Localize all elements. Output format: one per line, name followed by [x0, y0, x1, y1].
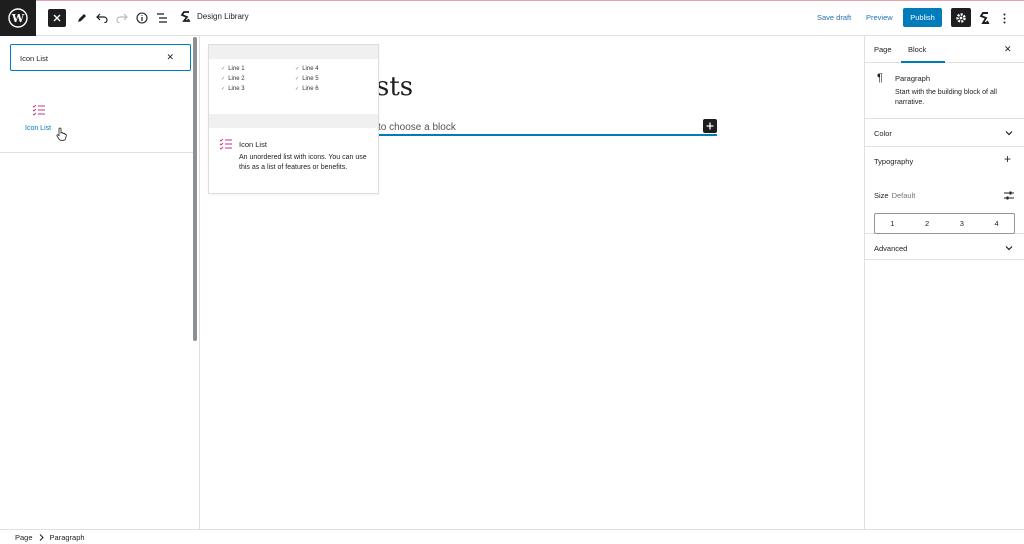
typography-panel-label: Typography	[874, 157, 914, 166]
breadcrumb-page[interactable]: Page	[15, 533, 33, 542]
edit-tool-button[interactable]	[74, 8, 88, 28]
design-library-label: Design Library	[197, 12, 249, 21]
settings-sidebar: Page Block ✕ ¶ Paragraph Start with the …	[864, 36, 1024, 529]
list-item: ✓ Line 5	[295, 76, 319, 82]
wordpress-logo-icon[interactable]: W	[0, 0, 36, 36]
icon-list-icon	[32, 104, 45, 116]
divider	[0, 152, 193, 153]
inserter-scrollbar[interactable]	[193, 37, 197, 341]
typography-options-plus-icon[interactable]: +	[1004, 152, 1011, 166]
more-vertical-icon	[1003, 13, 1005, 23]
icon-list-icon	[219, 138, 232, 150]
undo-icon	[96, 13, 108, 23]
typography-panel: Typography + Size Default 1 2 3 4	[865, 147, 1024, 234]
pencil-icon	[77, 13, 86, 22]
top-toolbar: W Design Library Save draft Preview Publ…	[0, 0, 1024, 36]
stackable-logo-icon	[979, 12, 990, 24]
tab-page[interactable]: Page	[874, 45, 892, 54]
advanced-panel[interactable]: Advanced	[865, 234, 1024, 260]
svg-text:W: W	[11, 12, 25, 25]
font-size-option[interactable]: 3	[945, 214, 980, 233]
clear-search-icon[interactable]: ✕	[166, 52, 174, 63]
chevron-down-icon	[1005, 246, 1013, 251]
block-description: Start with the building block of all nar…	[895, 89, 997, 106]
preview-top-band	[209, 45, 378, 59]
gear-icon	[956, 12, 966, 23]
list-item: ✓ Line 1	[221, 66, 245, 72]
preview-button[interactable]: Preview	[866, 13, 893, 22]
design-library-button[interactable]: Design Library	[180, 11, 249, 22]
breadcrumb-paragraph[interactable]: Paragraph	[50, 533, 85, 542]
close-sidebar-icon[interactable]: ✕	[1004, 44, 1012, 55]
font-size-option[interactable]: 4	[979, 214, 1014, 233]
chevron-down-icon	[1005, 131, 1013, 136]
icon-list-block-item[interactable]: Icon List	[20, 99, 67, 141]
undo-button[interactable]	[95, 8, 109, 28]
list-view-icon	[157, 13, 167, 23]
options-menu-button[interactable]	[999, 8, 1009, 28]
color-panel[interactable]: Color	[865, 119, 1024, 147]
color-panel-label: Color	[874, 129, 892, 138]
custom-size-settings-icon[interactable]	[1004, 191, 1014, 200]
sidebar-tabs: Page Block ✕	[865, 36, 1024, 63]
list-item: ✓ Line 2	[221, 76, 245, 82]
font-size-picker: 1 2 3 4	[874, 213, 1015, 234]
redo-icon	[116, 13, 128, 23]
block-name: Paragraph	[895, 74, 931, 83]
font-size-option[interactable]: 2	[910, 214, 945, 233]
list-item: ✓ Line 6	[295, 86, 319, 92]
stackable-logo-icon	[180, 11, 191, 22]
paragraph-icon: ¶	[877, 72, 883, 84]
details-button[interactable]	[135, 8, 149, 28]
list-view-button[interactable]	[155, 8, 169, 28]
close-inserter-button[interactable]	[48, 9, 66, 27]
block-breadcrumb-bar: Page Paragraph	[0, 529, 1024, 544]
preview-block-title: Icon List	[239, 140, 267, 149]
icon-list-preview: ✓ Line 1 ✓ Line 2 ✓ Line 3 ✓ Line 4 ✓ Line 5 …	[221, 66, 371, 96]
preview-divider-band	[209, 114, 378, 128]
list-item: ✓ Line 4	[295, 66, 319, 72]
icon-list-block-label: Icon List	[25, 125, 52, 132]
add-block-button[interactable]	[703, 119, 717, 133]
breadcrumb: Page Paragraph	[15, 533, 85, 542]
block-search-field[interactable]: Icon List ✕	[10, 44, 191, 71]
settings-button[interactable]	[951, 8, 971, 27]
redo-button[interactable]	[115, 8, 129, 28]
info-icon	[136, 12, 148, 24]
block-card: ¶ Paragraph Start with the building bloc…	[865, 63, 1024, 119]
search-value[interactable]: Icon List	[20, 54, 48, 63]
publish-button[interactable]: Publish	[903, 8, 942, 27]
font-size-label: Size Default	[874, 191, 916, 200]
stackable-settings-button[interactable]	[977, 8, 991, 28]
plus-icon	[706, 122, 714, 130]
tab-block[interactable]: Block	[908, 45, 926, 54]
chevron-right-icon	[39, 534, 44, 541]
list-item: ✓ Line 3	[221, 86, 245, 92]
save-draft-button[interactable]: Save draft	[817, 13, 851, 22]
preview-block-description: An unordered list with icons. You can us…	[239, 154, 367, 171]
font-size-option[interactable]: 1	[875, 214, 910, 233]
pointer-hand-cursor-icon	[56, 127, 67, 141]
post-title[interactable]: sts	[376, 72, 413, 102]
advanced-panel-label: Advanced	[874, 244, 908, 253]
paragraph-placeholder[interactable]: to choose a block	[378, 122, 456, 133]
block-inserter-panel: Icon List ✕ Icon List	[0, 36, 200, 529]
close-icon	[53, 14, 61, 22]
active-block-outline	[378, 134, 717, 136]
block-preview-panel: ✓ Line 1 ✓ Line 2 ✓ Line 3 ✓ Line 4 ✓ Line 5 …	[208, 44, 379, 194]
